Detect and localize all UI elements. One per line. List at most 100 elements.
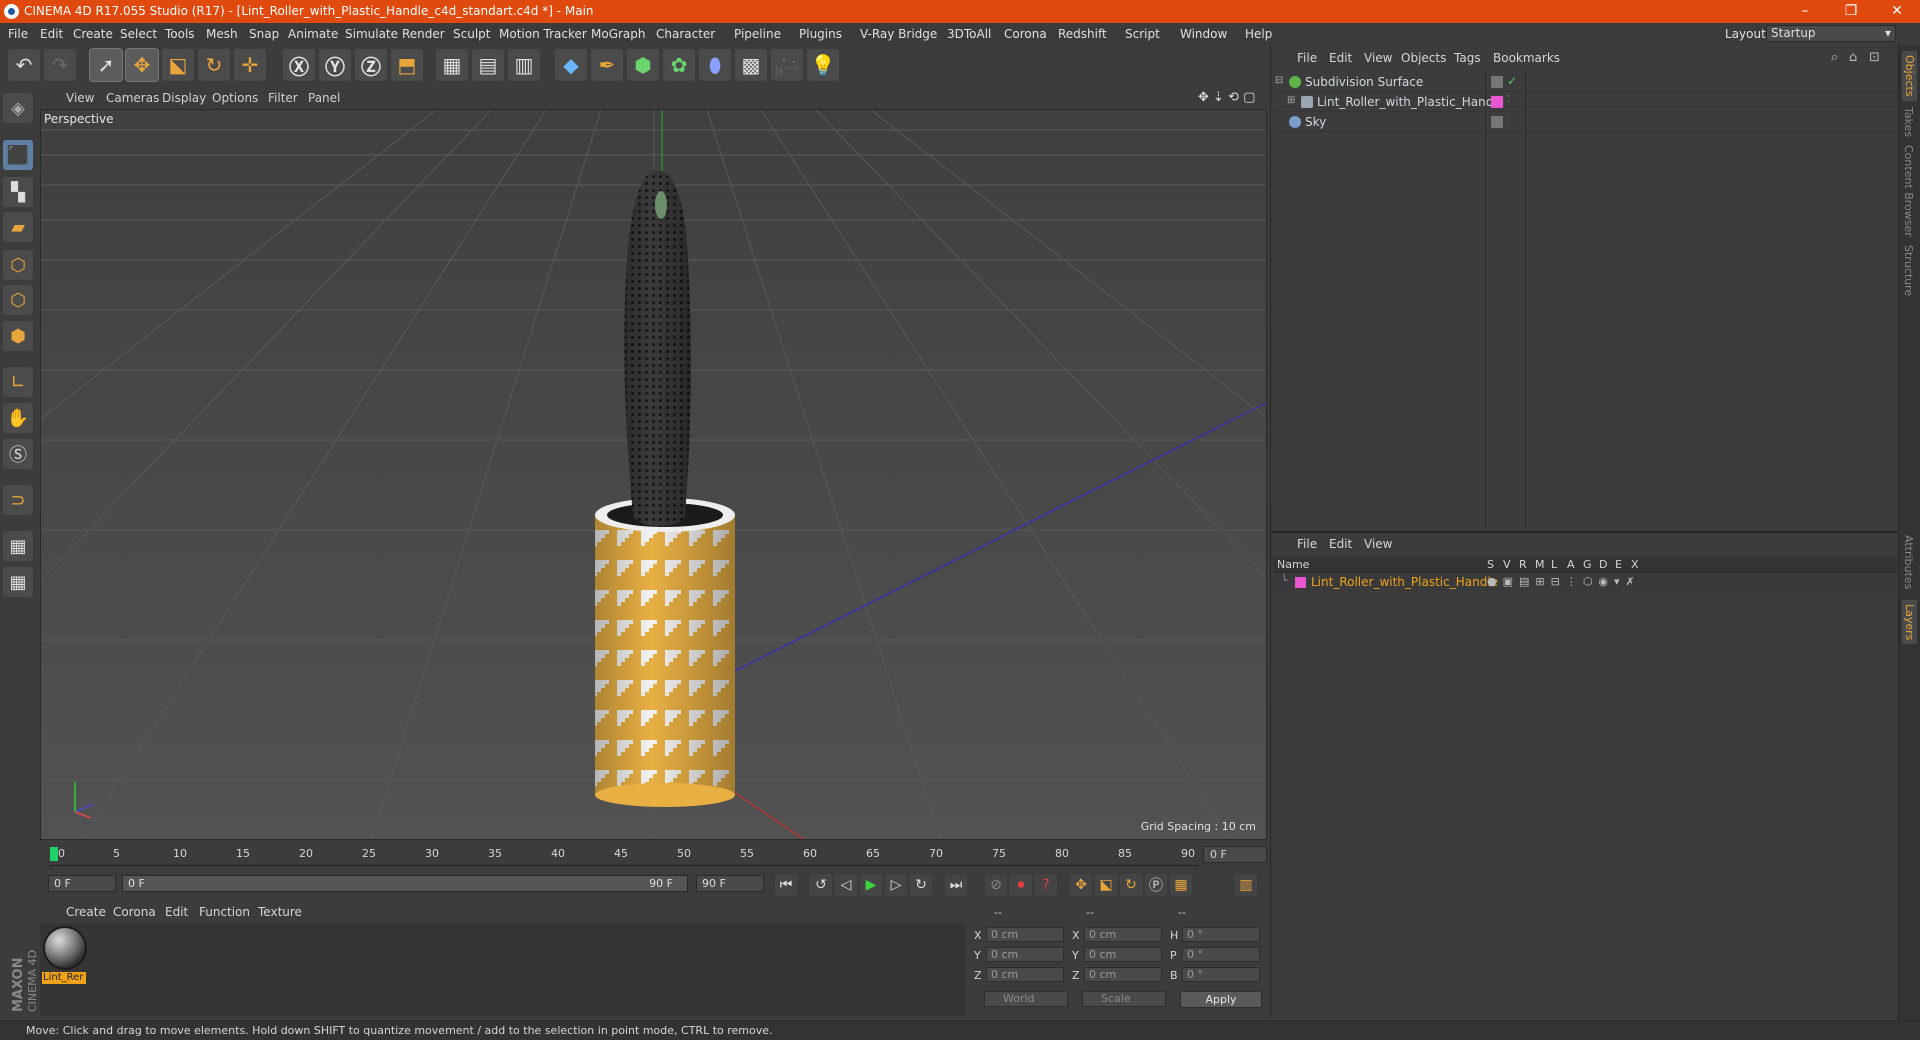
edges-mode-icon[interactable]: ⬡: [3, 285, 33, 315]
editor-visibility-icon[interactable]: [1491, 76, 1503, 88]
material-menu-texture[interactable]: Texture: [258, 905, 302, 919]
panel-options-icon[interactable]: ⊡: [1869, 50, 1880, 65]
undo-icon[interactable]: ↶: [8, 49, 40, 81]
menu-sculpt[interactable]: Sculpt: [453, 27, 490, 41]
go-to-start-icon[interactable]: ⏮: [775, 874, 797, 896]
layer-col-render[interactable]: R: [1519, 558, 1527, 571]
planar-workplane-icon[interactable]: ▦: [3, 567, 33, 597]
texture-mode-icon[interactable]: ▚: [3, 177, 33, 207]
timeline-ruler[interactable]: 0 5 10 15 20 25 30 35 40 45 50 55 60 65 …: [40, 842, 1267, 868]
collapse-icon[interactable]: ⊟: [1275, 75, 1283, 86]
layers-menu-view[interactable]: View: [1364, 537, 1392, 551]
layer-row[interactable]: └ Lint_Roller_with_Plastic_Handle ●▣▤⊞⊟⋮…: [1273, 574, 1897, 591]
points-mode-icon[interactable]: ⬡: [3, 250, 33, 280]
viewport-menu-panel[interactable]: Panel: [308, 91, 340, 105]
objects-menu-bookmarks[interactable]: Bookmarks: [1493, 51, 1560, 65]
layer-col-generators[interactable]: G: [1583, 558, 1592, 571]
objects-menu-view[interactable]: View: [1364, 51, 1392, 65]
material-preview-ball[interactable]: [43, 926, 87, 970]
record-active-icon[interactable]: ⏺: [1010, 874, 1032, 896]
menu-window[interactable]: Window: [1180, 27, 1227, 41]
layout-select[interactable]: Startup ▾: [1766, 25, 1896, 42]
live-selection-icon[interactable]: ✛: [234, 49, 266, 81]
layer-color-swatch[interactable]: [1295, 577, 1306, 588]
size-y-field[interactable]: 0 cm: [1084, 947, 1162, 962]
floor-grid-icon[interactable]: ▩: [735, 49, 767, 81]
next-key-icon[interactable]: ↻: [910, 874, 932, 896]
layer-col-manager[interactable]: M: [1535, 558, 1545, 571]
checkmark-icon[interactable]: ✓: [1507, 74, 1517, 88]
next-frame-icon[interactable]: ▷: [885, 874, 907, 896]
visibility-dots-icon[interactable]: ⁚: [1507, 94, 1510, 105]
frame-ruler[interactable]: 0 5 10 15 20 25 30 35 40 45 50 55 60 65 …: [50, 846, 1198, 866]
viewport-camera-label[interactable]: Perspective: [44, 112, 114, 126]
menu-edit[interactable]: Edit: [40, 27, 63, 41]
3d-viewport[interactable]: Perspective Grid Spacing : 10 cm: [40, 109, 1267, 840]
rotation-p-field[interactable]: 0 °: [1182, 947, 1260, 962]
menu-vray-bridge[interactable]: V-Ray Bridge: [860, 27, 937, 41]
coordinate-system-icon[interactable]: ⬒: [391, 49, 423, 81]
material-name-label[interactable]: Lint_Rer: [42, 972, 86, 984]
end-frame-field[interactable]: 90 F: [696, 875, 764, 892]
rotate-tool-icon[interactable]: ↻: [198, 49, 230, 81]
workplane-icon[interactable]: ▰: [3, 212, 33, 242]
subdivision-surface-icon[interactable]: ⬢: [627, 49, 659, 81]
layer-col-animation[interactable]: A: [1567, 558, 1575, 571]
select-arrow-icon[interactable]: ➚: [89, 48, 123, 82]
menu-snap[interactable]: Snap: [249, 27, 279, 41]
go-to-end-icon[interactable]: ⏭: [945, 874, 967, 896]
objects-menu-file[interactable]: File: [1297, 51, 1317, 65]
lock-workplane-icon[interactable]: ▦: [3, 531, 33, 561]
viewport-menu-display[interactable]: Display: [162, 91, 206, 105]
snap-icon[interactable]: Ⓢ: [3, 439, 33, 469]
axis-mode-icon[interactable]: ∟: [3, 367, 33, 397]
record-keys-off-icon[interactable]: ⊘: [985, 874, 1007, 896]
camera-icon[interactable]: 🎥: [771, 49, 803, 81]
autokey-icon[interactable]: ?: [1035, 874, 1057, 896]
key-rotation-icon[interactable]: ↻: [1120, 874, 1142, 896]
layer-col-expressions[interactable]: E: [1615, 558, 1622, 571]
key-position-icon[interactable]: ✥: [1070, 874, 1092, 896]
material-menu-edit[interactable]: Edit: [165, 905, 188, 919]
spline-pen-icon[interactable]: ✒: [591, 49, 623, 81]
key-pla-icon[interactable]: ▦: [1170, 874, 1192, 896]
size-z-field[interactable]: 0 cm: [1084, 967, 1162, 982]
menu-pipeline[interactable]: Pipeline: [734, 27, 781, 41]
layer-col-name[interactable]: Name: [1277, 558, 1309, 571]
render-settings-icon[interactable]: ▥: [508, 49, 540, 81]
playhead-marker[interactable]: [50, 847, 58, 861]
object-row-sky[interactable]: Sky ⁚: [1273, 113, 1897, 132]
objects-menu-objects[interactable]: Objects: [1401, 51, 1446, 65]
current-frame-field[interactable]: 0 F: [1203, 846, 1267, 863]
tab-takes[interactable]: Takes: [1902, 107, 1915, 137]
menu-render[interactable]: Render: [402, 27, 445, 41]
maximize-button[interactable]: ❐: [1828, 0, 1874, 23]
layers-menu-file[interactable]: File: [1297, 537, 1317, 551]
close-button[interactable]: ✕: [1874, 0, 1920, 23]
layer-name[interactable]: Lint_Roller_with_Plastic_Handle: [1311, 575, 1498, 589]
viewport-menu-view[interactable]: View: [66, 91, 94, 105]
z-axis-lock-icon[interactable]: Ⓩ: [355, 49, 387, 81]
menu-redshift[interactable]: Redshift: [1058, 27, 1107, 41]
visibility-dots-icon[interactable]: ⁚: [1507, 114, 1510, 125]
tweak-mode-icon[interactable]: ✋: [3, 403, 33, 433]
range-slider[interactable]: 0 F 90 F: [122, 875, 688, 892]
layer-col-solo[interactable]: S: [1487, 558, 1494, 571]
layers-menu-edit[interactable]: Edit: [1329, 537, 1352, 551]
coordinate-mode-select[interactable]: World: [984, 991, 1068, 1007]
render-picture-viewer-icon[interactable]: ▤: [472, 49, 504, 81]
menu-3dtoall[interactable]: 3DToAll: [947, 27, 991, 41]
transform-mode-select[interactable]: Scale: [1082, 991, 1166, 1007]
tab-content-browser[interactable]: Content Browser: [1902, 145, 1915, 237]
position-x-field[interactable]: 0 cm: [986, 927, 1064, 942]
menu-simulate[interactable]: Simulate: [345, 27, 398, 41]
size-x-field[interactable]: 0 cm: [1084, 927, 1162, 942]
tab-layers[interactable]: Layers: [1902, 600, 1917, 645]
x-axis-lock-icon[interactable]: Ⓧ: [283, 49, 315, 81]
menu-create[interactable]: Create: [73, 27, 113, 41]
menu-animate[interactable]: Animate: [288, 27, 338, 41]
apply-button[interactable]: Apply: [1180, 991, 1262, 1008]
key-scale-icon[interactable]: ⬕: [1095, 874, 1117, 896]
layer-toggle-icons[interactable]: ●▣▤⊞⊟⋮⬡◉▾✗: [1487, 575, 1641, 588]
model-mode-icon[interactable]: ⬛: [3, 140, 33, 170]
